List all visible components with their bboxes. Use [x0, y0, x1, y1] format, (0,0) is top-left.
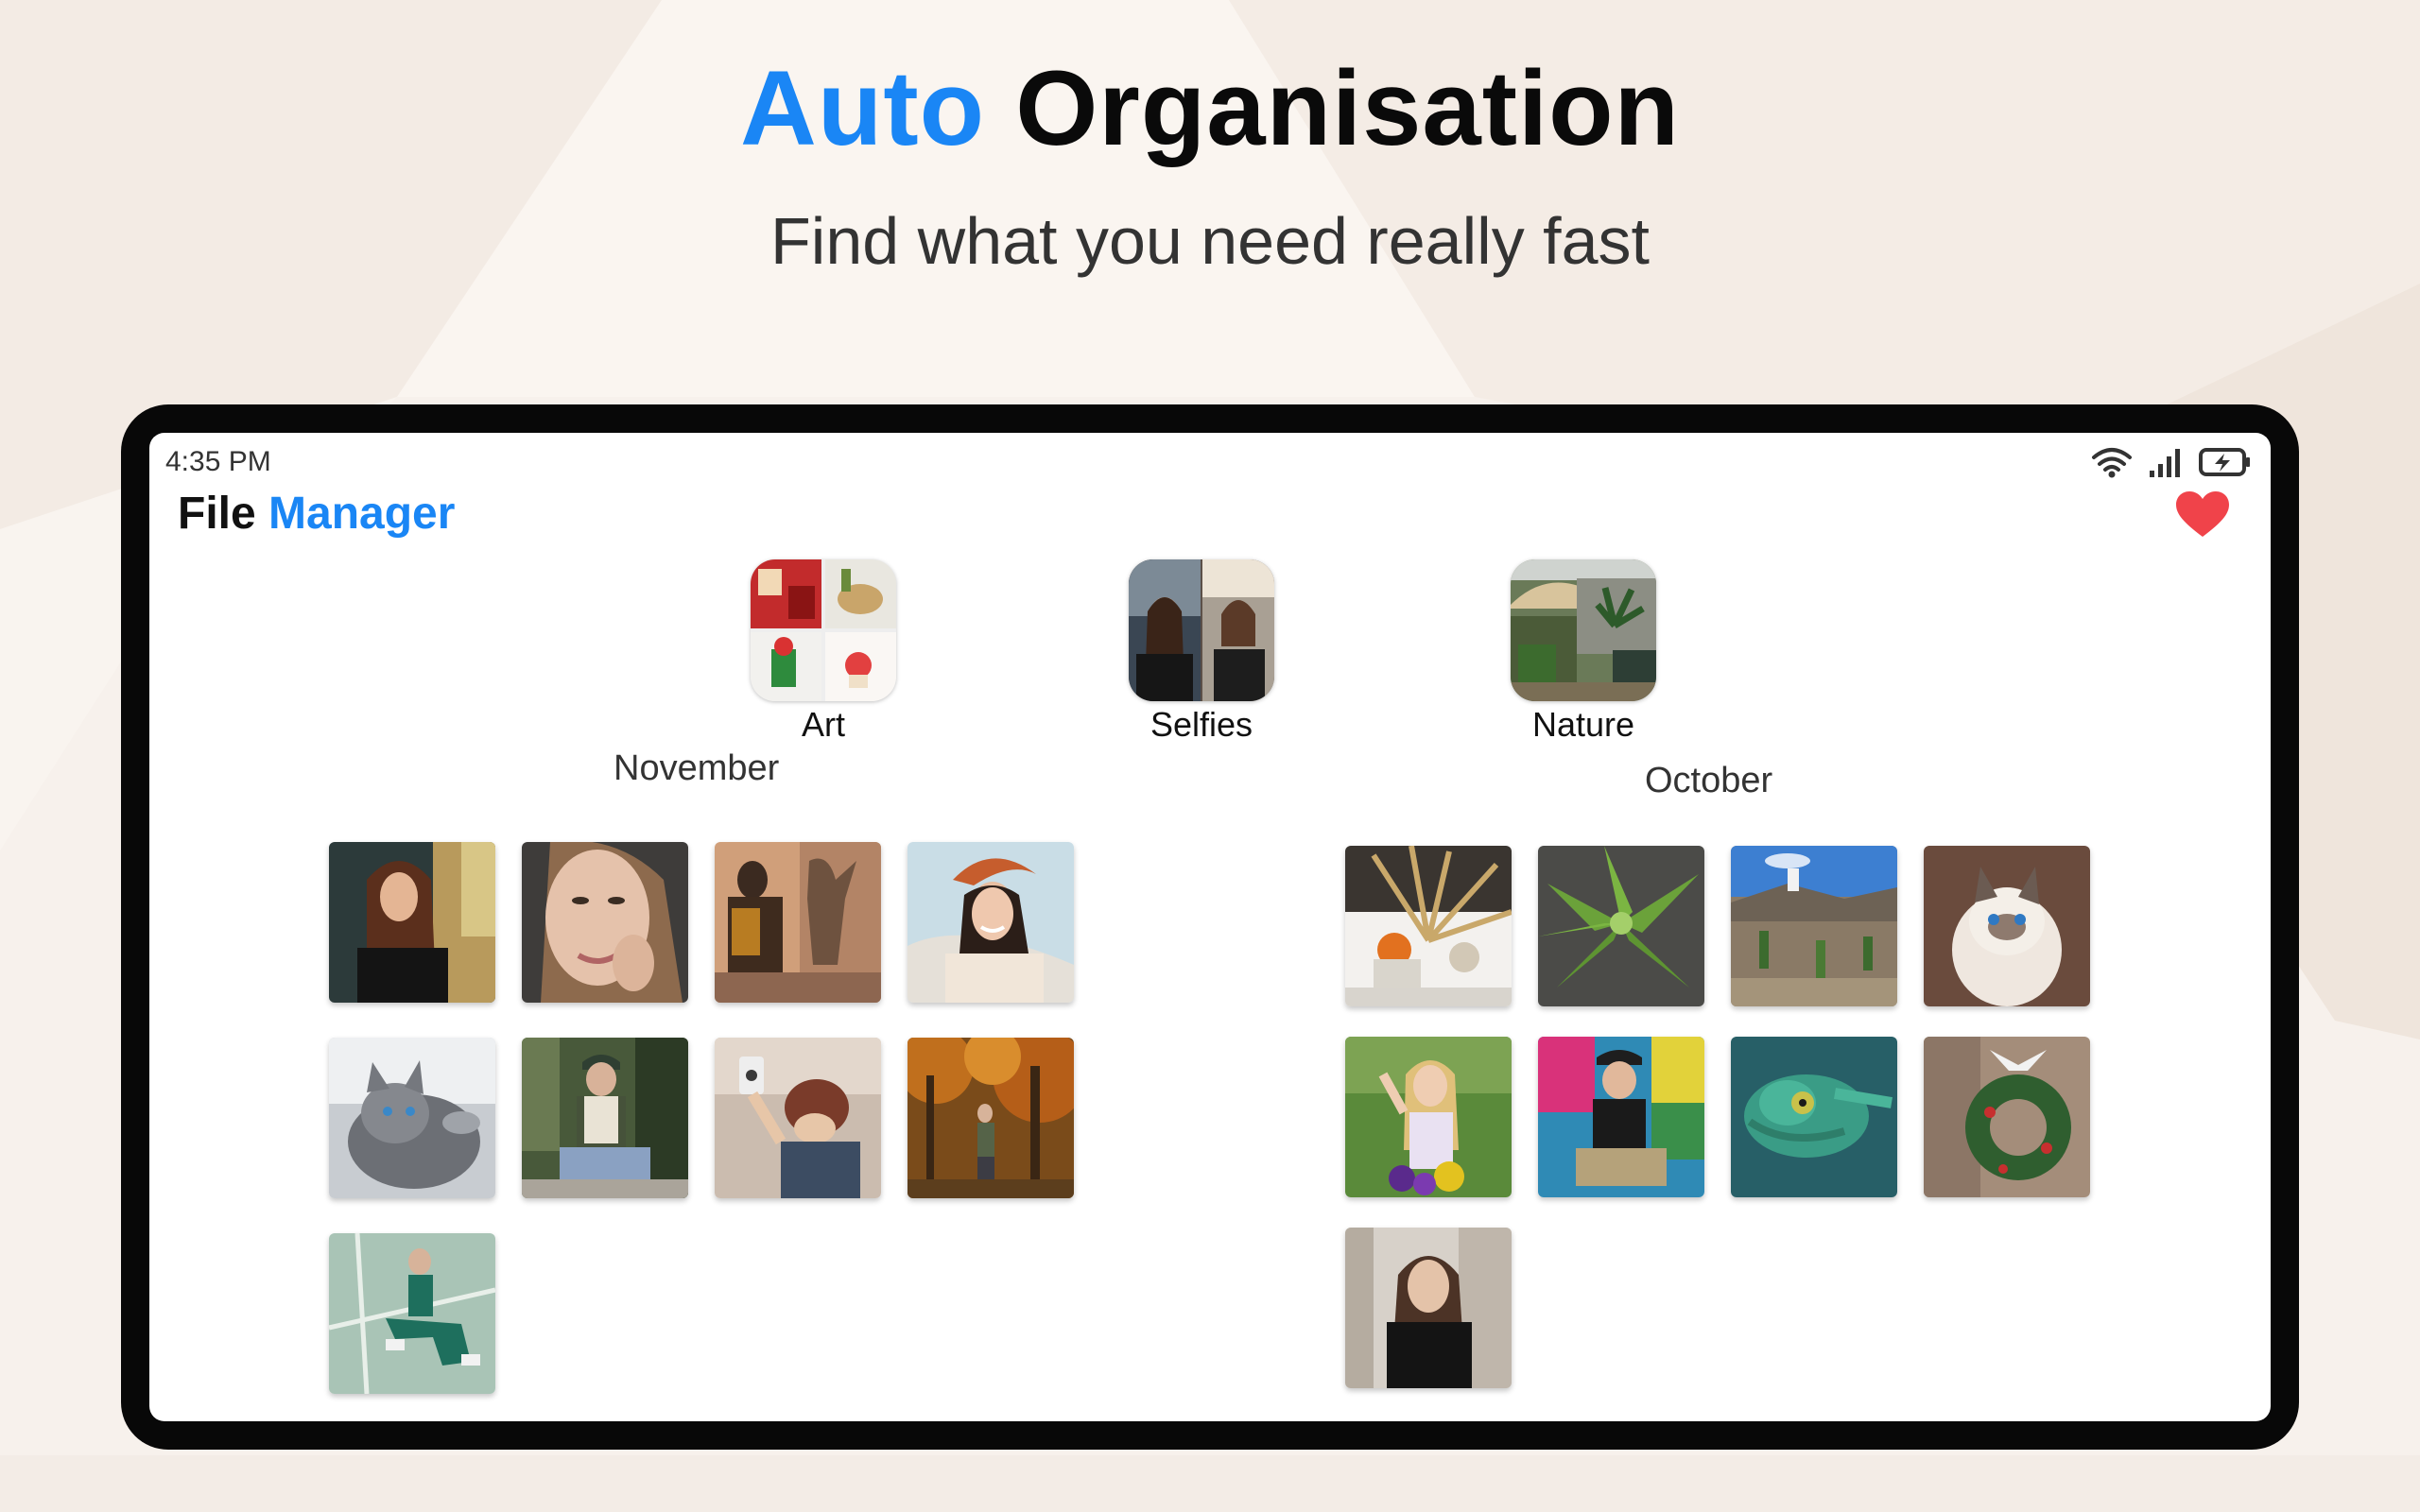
hero-title: Auto Organisation [0, 47, 2420, 169]
photo-dried-plants-oranges[interactable] [1345, 846, 1512, 1006]
photo-grid-october [1345, 846, 2090, 1388]
album-label: Art [801, 705, 845, 744]
selfies-collage-thumbnail [1129, 559, 1274, 701]
photo-smiling-woman-beret[interactable] [908, 842, 1074, 1003]
tablet-frame: 4:35 PM File Manager Art Selfies Nature … [121, 404, 2299, 1450]
app-title-plain: File [178, 489, 256, 539]
section-heading-october: October [1645, 761, 1773, 800]
photo-agave-plant[interactable] [1538, 846, 1704, 1006]
photo-woman-cap-sitting[interactable] [522, 1038, 688, 1198]
album-selfies[interactable]: Selfies [1129, 559, 1274, 745]
photo-shadow-wall[interactable] [715, 842, 881, 1003]
app-title-accent: Manager [268, 489, 456, 539]
photo-cactus-garden[interactable] [1731, 846, 1897, 1006]
photo-grid-november [329, 842, 1074, 1394]
photo-christmas-wreath[interactable] [1924, 1037, 2090, 1197]
photo-woman-graffiti[interactable] [1538, 1037, 1704, 1197]
album-label: Nature [1531, 705, 1635, 744]
photo-woman-green-court[interactable] [329, 1233, 495, 1394]
favorites-button[interactable] [2176, 491, 2229, 539]
photo-kitten-grey[interactable] [329, 1038, 495, 1198]
photo-woman-face-closeup[interactable] [522, 842, 688, 1003]
nature-thumbnail [1511, 559, 1656, 701]
status-icons [2091, 446, 2252, 483]
photo-autumn-forest[interactable] [908, 1038, 1074, 1198]
status-time: 4:35 PM [165, 446, 271, 477]
photo-blonde-selfie-flowers[interactable] [1345, 1037, 1512, 1197]
app-title: File Manager [178, 488, 455, 540]
section-heading-november: November [614, 748, 780, 788]
album-nature[interactable]: Nature [1511, 559, 1656, 745]
signal-icon [2148, 446, 2184, 483]
hero-title-rest: Organisation [1015, 49, 1680, 167]
photo-fluffy-kitten[interactable] [1924, 846, 2090, 1006]
battery-charging-icon [2199, 446, 2252, 483]
hero-subtitle: Find what you need really fast [770, 204, 1650, 278]
album-art[interactable]: Art [751, 559, 896, 745]
photo-chameleon[interactable] [1731, 1037, 1897, 1197]
photo-woman-black-coat[interactable] [1345, 1228, 1512, 1388]
heart-icon [2176, 491, 2229, 537]
photo-selfie-beanie[interactable] [715, 1038, 881, 1198]
art-collage-thumbnail [751, 559, 896, 701]
album-label: Selfies [1150, 705, 1253, 744]
wifi-icon [2091, 446, 2133, 483]
photo-woman-portrait[interactable] [329, 842, 495, 1003]
hero-title-accent: Auto [740, 49, 986, 167]
app-screen: 4:35 PM File Manager Art Selfies Nature … [149, 433, 2271, 1421]
